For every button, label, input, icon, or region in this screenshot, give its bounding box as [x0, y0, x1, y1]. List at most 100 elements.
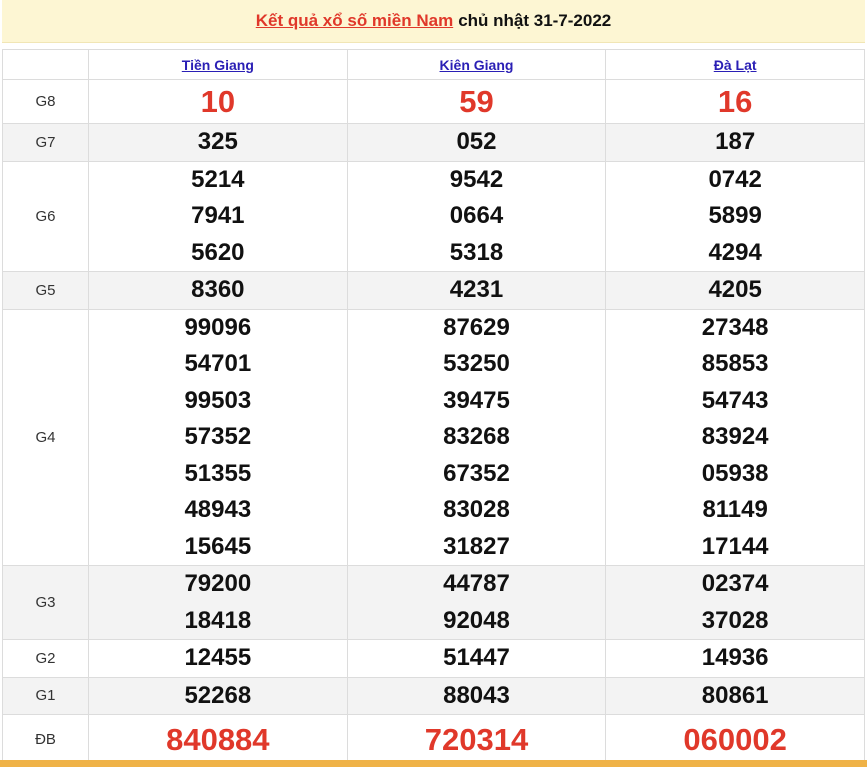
draw-date: chủ nhật 31-7-2022	[458, 11, 612, 30]
prize-cell: 44787 92048	[346, 565, 607, 640]
prize-number: 4231	[449, 276, 504, 303]
prize-number: 54701	[184, 350, 252, 377]
prize-number: 15645	[184, 532, 252, 560]
results-panel: Kết quả xổ số miền Nam chủ nhật 31-7-202…	[2, 0, 865, 767]
prize-cell: 060002	[605, 714, 865, 765]
prize-label: G7	[2, 123, 89, 162]
province-header-row: Tiền Giang Kiên Giang Đà Lạt	[2, 49, 865, 80]
prize-number: 48943	[184, 496, 252, 523]
prize-label: G6	[2, 160, 89, 272]
prize-cell: 8360	[88, 271, 348, 310]
prize-label: ĐB	[2, 714, 89, 765]
prize-number: 83028	[443, 496, 510, 523]
province-link-kien-giang[interactable]: Kiên Giang	[440, 57, 514, 73]
prize-number: 187	[715, 128, 756, 155]
prize-number: 5214	[191, 165, 245, 193]
special-prize-number: 840884	[166, 721, 270, 757]
prize-number: 67352	[443, 459, 510, 487]
prize-number: 18418	[184, 606, 252, 634]
prize-row-g6: G6 5214 7941 5620 9542 0664 5318 0742 5899 4294	[2, 160, 865, 272]
province-link-tien-giang[interactable]: Tiền Giang	[182, 57, 254, 73]
prize-number: 14936	[701, 644, 769, 671]
prize-cell: 0742 5899 4294	[605, 160, 865, 272]
prize-cell: 79200 18418	[88, 565, 348, 640]
prize-cell: 10	[88, 79, 348, 124]
prize-cell: 80861	[605, 676, 865, 715]
results-header: Kết quả xổ số miền Nam chủ nhật 31-7-202…	[2, 0, 865, 43]
province-link-da-lat[interactable]: Đà Lạt	[714, 57, 757, 73]
prize-number: 39475	[443, 386, 510, 414]
prize-row-g3: G3 79200 18418 44787 92048 02374 37028	[2, 565, 865, 640]
prize-row-g2: G2 12455 51447 14936	[2, 639, 865, 678]
prize-cell: 9542 0664 5318	[346, 160, 607, 272]
region-results-link[interactable]: Kết quả xổ số miền Nam	[256, 11, 453, 31]
prize-cell: 840884	[88, 714, 348, 765]
prize-number: 12455	[184, 644, 252, 671]
prize-number: 53250	[443, 350, 510, 377]
prize-cell: 5214 7941 5620	[88, 160, 348, 272]
prize-rows: G8 10 59 16 G7 325 052 187 G6 5214 7941 5620 9542 066…	[2, 79, 865, 765]
prize-number: 0742	[708, 165, 762, 193]
prize-number: 37028	[701, 606, 769, 634]
prize-number: 79200	[184, 570, 252, 597]
prize-cell: 59	[346, 79, 607, 124]
prize-number: 99096	[184, 313, 252, 341]
prize-row-g1: G1 52268 88043 80861	[2, 676, 865, 715]
prize-number: 54743	[701, 386, 769, 414]
prize-number: 85853	[701, 350, 769, 377]
prize-row-đb: ĐB 840884 720314 060002	[2, 714, 865, 765]
prize-number: 8360	[191, 276, 245, 303]
prize-number: 52268	[184, 681, 252, 709]
prize-cell: 4231	[346, 271, 607, 310]
prize-cell: 88043	[346, 676, 607, 715]
prize-row-g7: G7 325 052 187	[2, 123, 865, 162]
prize-number: 5318	[449, 238, 504, 266]
prize-cell: 27348 85853 54743 83924 05938 81149 17144	[605, 308, 865, 566]
prize-number: 05938	[701, 459, 769, 487]
prize-number: 88043	[443, 681, 510, 709]
prize-label: G8	[2, 79, 89, 124]
prize-number: 83268	[443, 423, 510, 450]
prize-label: G5	[2, 271, 89, 310]
prize-number: 81149	[702, 496, 768, 523]
prize-row-g4: G4 99096 54701 99503 57352 51355 48943 15645 876…	[2, 308, 865, 566]
prize-number: 4205	[708, 276, 762, 303]
special-prize-number: 720314	[424, 721, 529, 757]
prize-label: G1	[2, 676, 89, 715]
prize-number: 052	[456, 128, 497, 155]
prize-cell: 325	[88, 123, 348, 162]
prize-cell: 720314	[346, 714, 607, 765]
prize-number: 59	[459, 83, 494, 119]
prize-row-g8: G8 10 59 16	[2, 79, 865, 124]
special-prize-number: 060002	[683, 721, 787, 757]
prize-cell: 52268	[88, 676, 348, 715]
prize-number: 5620	[191, 238, 245, 266]
prize-number: 92048	[443, 606, 510, 634]
prize-cell: 99096 54701 99503 57352 51355 48943 15645	[88, 308, 348, 566]
prize-number: 9542	[449, 165, 504, 193]
prize-number: 5899	[708, 202, 762, 229]
prize-number: 51355	[184, 459, 252, 487]
prize-number: 44787	[443, 570, 510, 597]
prize-cell: 87629 53250 39475 83268 67352 83028 31827	[346, 308, 607, 566]
corner-cell	[2, 49, 89, 80]
prize-number: 0664	[449, 202, 504, 229]
prize-number: 80861	[701, 681, 769, 709]
prize-cell: 12455	[88, 639, 348, 678]
prize-number: 02374	[701, 570, 769, 597]
prize-label: G3	[2, 565, 89, 640]
prize-cell: 4205	[605, 271, 865, 310]
prize-number: 27348	[701, 313, 769, 341]
prize-cell: 187	[605, 123, 865, 162]
prize-number: 83924	[701, 423, 769, 450]
prize-cell: 052	[346, 123, 607, 162]
prize-number: 10	[200, 83, 236, 119]
prize-number: 325	[197, 128, 238, 155]
prize-label: G4	[2, 308, 89, 566]
prize-cell: 16	[605, 79, 865, 124]
prize-row-g5: G5 8360 4231 4205	[2, 271, 865, 310]
prize-number: 99503	[184, 386, 252, 414]
prize-number: 16	[717, 83, 753, 119]
results-table: Tiền Giang Kiên Giang Đà Lạt G8 10 59 16 G7 3…	[2, 49, 865, 765]
prize-number: 4294	[708, 238, 762, 266]
